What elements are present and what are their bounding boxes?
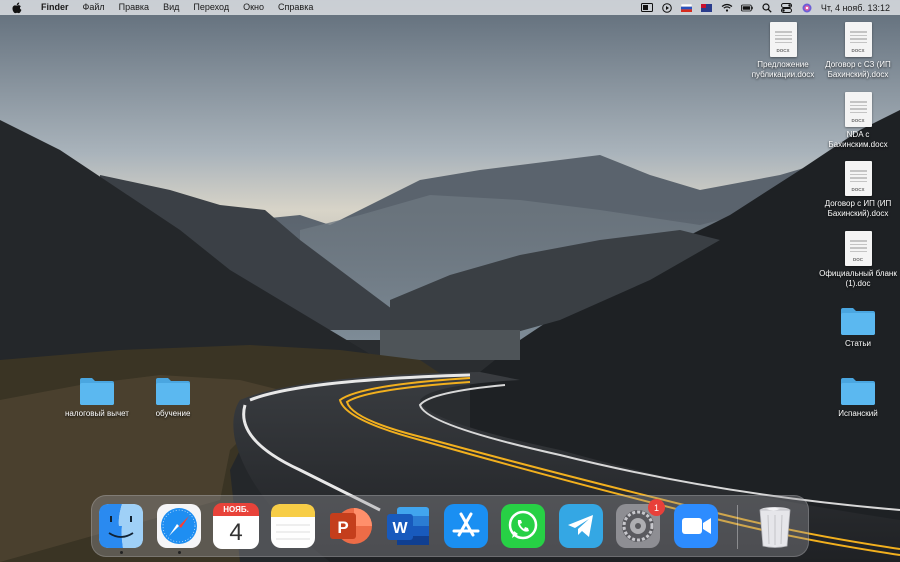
- menu-view[interactable]: Вид: [156, 0, 186, 15]
- svg-text:W: W: [392, 520, 408, 537]
- whatsapp-icon: [501, 504, 545, 548]
- screen-icon[interactable]: [640, 3, 653, 13]
- control-center-icon[interactable]: [781, 2, 793, 13]
- document-icon: DOC: [844, 231, 872, 266]
- menu-window[interactable]: Окно: [236, 0, 271, 15]
- folder-name: Статьи: [845, 339, 871, 348]
- file-name: NDA с Бахинским.docx: [828, 130, 888, 149]
- app-store-icon: [444, 504, 488, 548]
- running-indicator: [178, 551, 181, 554]
- desktop-wallpaper: [0, 0, 900, 562]
- calendar-day: 4: [213, 516, 259, 549]
- safari-icon: [157, 504, 201, 548]
- desktop-folder[interactable]: налоговый вычет: [55, 376, 139, 419]
- desktop-file[interactable]: DOCX Предложение публикации.docx: [741, 22, 825, 79]
- folder-name: Испанский: [838, 409, 878, 418]
- svg-text:P: P: [337, 518, 348, 537]
- dock-word[interactable]: W: [385, 503, 431, 549]
- wifi-icon[interactable]: [721, 3, 733, 13]
- search-icon[interactable]: [761, 2, 773, 13]
- powerpoint-icon: P: [330, 508, 372, 544]
- flag-icon[interactable]: [681, 3, 693, 13]
- folder-name: налоговый вычет: [65, 409, 129, 418]
- document-icon: DOCX: [844, 22, 872, 57]
- dock-system-preferences[interactable]: 1: [615, 499, 665, 549]
- folder-icon: [841, 308, 875, 335]
- desktop-file[interactable]: DOCX Договор с СЗ (ИП Бахинский).docx: [816, 22, 900, 79]
- dock-whatsapp[interactable]: [500, 503, 546, 549]
- menu-bar: Finder Файл Правка Вид Переход Окно Спра…: [0, 0, 900, 15]
- menu-go[interactable]: Переход: [186, 0, 236, 15]
- menu-app-finder[interactable]: Finder: [34, 0, 76, 15]
- desktop-file[interactable]: DOCX Договор с ИП (ИП Бахинский).docx: [816, 161, 900, 218]
- menu-edit[interactable]: Правка: [112, 0, 156, 15]
- document-icon: DOCX: [844, 92, 872, 127]
- dock-finder[interactable]: [98, 503, 144, 549]
- calendar-month: НОЯБ.: [213, 503, 259, 516]
- desktop-file[interactable]: DOCX NDA с Бахинским.docx: [816, 92, 900, 149]
- dock-trash[interactable]: [752, 503, 798, 549]
- file-name: Официальный бланк (1).doc: [819, 269, 897, 288]
- telegram-icon: [559, 504, 603, 548]
- menu-help[interactable]: Справка: [271, 0, 320, 15]
- document-icon: DOCX: [844, 161, 872, 196]
- dock-notes[interactable]: [270, 503, 316, 549]
- dock-safari[interactable]: [156, 503, 202, 549]
- notification-badge: 1: [648, 499, 665, 516]
- dock-zoom[interactable]: [673, 503, 719, 549]
- desktop-folder[interactable]: Испанский: [816, 376, 900, 419]
- desktop-file[interactable]: DOC Официальный бланк (1).doc: [816, 231, 900, 288]
- dock-app-store[interactable]: [443, 503, 489, 549]
- file-name: Предложение публикации.docx: [751, 60, 815, 79]
- dock-powerpoint[interactable]: P: [327, 503, 373, 549]
- desktop-folder[interactable]: обучение: [131, 376, 215, 419]
- file-name: Договор с СЗ (ИП Бахинский).docx: [825, 60, 891, 79]
- desktop-folder[interactable]: Статьи: [816, 306, 900, 349]
- zoom-icon: [674, 504, 718, 548]
- dock-telegram[interactable]: [558, 503, 604, 549]
- file-name: Договор с ИП (ИП Бахинский).docx: [824, 199, 892, 218]
- folder-icon: [841, 378, 875, 405]
- word-icon: W: [387, 507, 429, 545]
- menu-file[interactable]: Файл: [76, 0, 112, 15]
- siri-icon[interactable]: [801, 3, 813, 13]
- notes-icon: [271, 504, 315, 548]
- folder-name: обучение: [155, 409, 191, 418]
- running-indicator: [120, 551, 123, 554]
- trash-icon: [759, 507, 791, 548]
- dock: НОЯБ. 4 P W 1: [91, 495, 809, 557]
- folder-icon: [80, 378, 114, 405]
- document-icon: DOCX: [769, 22, 797, 57]
- finder-icon: [99, 504, 143, 548]
- play-icon[interactable]: [661, 2, 673, 13]
- menu-clock[interactable]: Чт, 4 нояб. 13:12: [821, 3, 890, 13]
- dock-calendar[interactable]: НОЯБ. 4: [213, 503, 259, 549]
- flag-icon[interactable]: [701, 3, 713, 13]
- folder-icon: [156, 378, 190, 405]
- battery-icon[interactable]: [740, 3, 753, 13]
- dock-separator: [737, 505, 738, 549]
- apple-menu-icon[interactable]: [12, 2, 22, 14]
